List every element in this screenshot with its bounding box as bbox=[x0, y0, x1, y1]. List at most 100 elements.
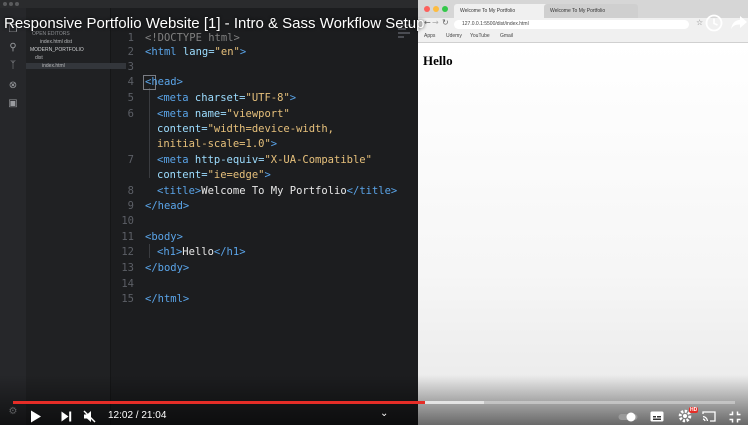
code-string: initial-scale=1.0" bbox=[157, 138, 271, 150]
code-string: "ie=edge" bbox=[207, 169, 265, 181]
play-icon[interactable] bbox=[30, 410, 42, 423]
extensions-circle-icon[interactable]: ⊗ bbox=[7, 80, 19, 92]
line-number: 10 bbox=[121, 215, 134, 227]
code-text: Welcome To My Portfolio bbox=[201, 185, 347, 197]
back-icon[interactable]: ← bbox=[424, 18, 431, 27]
share-icon[interactable] bbox=[730, 15, 748, 31]
bookmark-star-icon[interactable]: ☆ bbox=[696, 18, 703, 27]
vscode-titlebar bbox=[0, 0, 418, 8]
browser-tab-strip: Welcome To My Portfolio Welcome To My Po… bbox=[418, 0, 748, 18]
open-editor-item[interactable]: index.html dist bbox=[26, 39, 124, 45]
code-line-head-close: </head> bbox=[145, 200, 190, 212]
reload-icon[interactable]: ↻ bbox=[442, 18, 449, 27]
indent-guide bbox=[149, 88, 150, 178]
time-display: 12:02 / 21:04 bbox=[108, 410, 167, 421]
line-number: 3 bbox=[127, 61, 134, 73]
bookmark-gmail[interactable]: Gmail bbox=[500, 31, 513, 42]
code-line-meta-compat-content: content="ie=edge"> bbox=[157, 168, 271, 182]
code-tag: > bbox=[264, 169, 271, 181]
code-text: Hello bbox=[182, 246, 214, 258]
chevron-down-icon[interactable]: ⌄ bbox=[380, 408, 388, 419]
bookmark-udemy[interactable]: Udemy bbox=[446, 31, 462, 42]
video-player[interactable]: ❐ ⚲ ᛉ ⊗ ▣ ⚙ OPEN EDITORS index.html dist… bbox=[0, 0, 748, 425]
subtitles-icon[interactable] bbox=[650, 411, 664, 422]
browser-minimize-dot[interactable] bbox=[433, 6, 439, 12]
vscode-window: ❐ ⚲ ᛉ ⊗ ▣ ⚙ OPEN EDITORS index.html dist… bbox=[0, 0, 418, 425]
code-attr: lang= bbox=[176, 46, 215, 58]
mute-icon[interactable] bbox=[83, 410, 97, 423]
line-number: 5 bbox=[127, 92, 134, 104]
code-line-html: <html lang="en"> bbox=[145, 45, 246, 59]
browser-tab-active[interactable]: Welcome To My Portfolio bbox=[454, 4, 552, 18]
code-line-body: <body> bbox=[145, 231, 183, 243]
bookmark-apps[interactable]: Apps bbox=[424, 31, 435, 42]
code-string: "X-UA-Compatible" bbox=[264, 154, 372, 166]
next-icon[interactable] bbox=[61, 411, 72, 422]
code-line-head: <head> bbox=[145, 76, 183, 88]
cast-icon[interactable] bbox=[702, 411, 716, 422]
progress-played bbox=[13, 401, 426, 404]
code-tag: <html bbox=[145, 46, 177, 58]
file-index-html[interactable]: index.html bbox=[26, 63, 126, 69]
code-string: "UTF-8" bbox=[245, 92, 290, 104]
video-title[interactable]: Responsive Portfolio Website [1] - Intro… bbox=[4, 15, 424, 32]
line-number: 15 bbox=[121, 293, 134, 305]
line-number: 4 bbox=[127, 76, 134, 88]
line-number: 8 bbox=[127, 185, 134, 197]
code-line-meta-charset: <meta charset="UTF-8"> bbox=[157, 91, 296, 105]
code-line-meta-viewport-scale: initial-scale=1.0"> bbox=[157, 137, 277, 151]
line-number: 2 bbox=[127, 46, 134, 58]
code-line-meta-viewport: <meta name="viewport" bbox=[157, 107, 290, 121]
code-attr: name= bbox=[188, 108, 227, 120]
code-tag: </h1> bbox=[213, 246, 246, 258]
search-icon[interactable]: ⚲ bbox=[7, 42, 19, 54]
code-tag: <title> bbox=[157, 185, 202, 197]
browser-toolbar: ← → ↻ 127.0.0.1:5500/dist/index.html ☆ bbox=[418, 18, 748, 31]
line-number: 9 bbox=[127, 200, 134, 212]
watch-later-icon[interactable] bbox=[705, 14, 723, 32]
url-bar[interactable]: 127.0.0.1:5500/dist/index.html bbox=[454, 20, 689, 29]
code-tag: <meta bbox=[157, 154, 189, 166]
forward-icon[interactable]: → bbox=[432, 18, 439, 27]
line-number: 7 bbox=[127, 154, 134, 166]
browser-close-dot[interactable] bbox=[424, 6, 430, 12]
maximize-dot[interactable] bbox=[15, 2, 19, 6]
activity-bar: ❐ ⚲ ᛉ ⊗ ▣ ⚙ bbox=[0, 8, 26, 425]
line-number: 1 bbox=[127, 32, 134, 44]
code-line-html-close: </html> bbox=[145, 293, 190, 305]
browser-viewport: Hello bbox=[418, 43, 748, 425]
exit-fullscreen-icon[interactable] bbox=[729, 411, 741, 423]
page-heading: Hello bbox=[423, 53, 453, 68]
project-folder[interactable]: MODERN_PORTFOLIO bbox=[26, 47, 114, 53]
code-string: "width=device-width, bbox=[207, 123, 335, 135]
autoplay-toggle-icon[interactable] bbox=[618, 412, 638, 422]
code-tag: <h1> bbox=[157, 246, 183, 258]
code-line-meta-viewport-content: content="width=device-width, bbox=[157, 122, 334, 136]
code-line-body-close: </body> bbox=[145, 262, 190, 274]
code-string: "viewport" bbox=[226, 108, 290, 120]
chrome-window: Welcome To My Portfolio Welcome To My Po… bbox=[418, 0, 748, 425]
browser-maximize-dot[interactable] bbox=[442, 6, 448, 12]
source-control-icon[interactable]: ᛉ bbox=[7, 60, 19, 72]
code-line-meta-compat: <meta http-equiv="X-UA-Compatible" bbox=[157, 153, 372, 167]
settings-control[interactable]: HD bbox=[678, 407, 699, 423]
line-number: 14 bbox=[121, 278, 134, 290]
indent-guide bbox=[149, 244, 150, 258]
folder-dist[interactable]: dist bbox=[26, 55, 119, 61]
code-tag: > bbox=[289, 92, 297, 104]
code-attr: http-equiv= bbox=[188, 154, 265, 166]
code-line-doctype: <!DOCTYPE html> bbox=[145, 32, 240, 44]
code-attr: content= bbox=[157, 123, 208, 135]
progress-bar[interactable] bbox=[13, 401, 735, 404]
browser-tab-second[interactable]: Welcome To My Portfolio bbox=[544, 4, 638, 18]
code-line-title: <title>Welcome To My Portfolio</title> bbox=[157, 184, 397, 198]
hd-badge: HD bbox=[689, 407, 699, 413]
extensions-icon[interactable]: ▣ bbox=[7, 98, 19, 110]
code-attr: content= bbox=[157, 169, 208, 181]
bookmarks-bar: Apps Udemy YouTube Gmail bbox=[418, 31, 748, 43]
line-number: 11 bbox=[121, 231, 134, 243]
minimize-dot[interactable] bbox=[9, 2, 13, 6]
close-dot[interactable] bbox=[3, 2, 7, 6]
bookmark-youtube[interactable]: YouTube bbox=[470, 31, 490, 42]
code-tag: > bbox=[239, 46, 247, 58]
